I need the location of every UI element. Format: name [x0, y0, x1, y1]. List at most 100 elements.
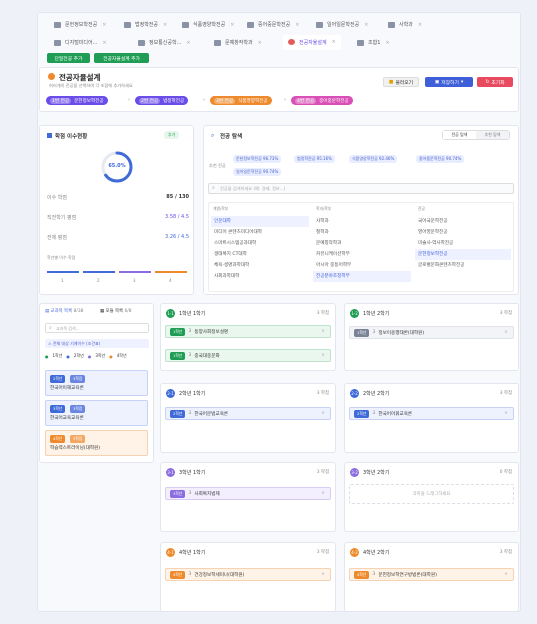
list-item[interactable]: 미디어 콘텐츠미디어대학: [211, 227, 309, 238]
close-icon[interactable]: ×: [163, 22, 167, 28]
column-header: 계열/학부: [213, 206, 229, 211]
tab-library-science[interactable]: 문헌정보학전공 ×: [49, 17, 111, 32]
grade-label-2: 2: [97, 278, 100, 283]
semester-course[interactable]: 1학년 3 동양사회정보설명 ×: [165, 325, 331, 338]
tab-bar: 문헌정보학전공 × 법정학전공 × 식품영양학전공 × 중어중문학전공 × 일어일문학전…: [47, 15, 517, 50]
credits-title: 학점 이수현황: [55, 134, 88, 140]
list-item[interactable]: 글로벌문화콘텐츠학전공: [415, 260, 511, 271]
list-item[interactable]: 스마트시스템공과대학: [211, 238, 309, 249]
add-custom-major-button[interactable]: 전공자율설계 추가: [94, 53, 149, 63]
close-icon[interactable]: ×: [385, 40, 389, 46]
rec-tag[interactable]: 중어중문학전공 90.74%: [416, 155, 465, 163]
close-icon[interactable]: ×: [321, 411, 325, 416]
close-icon[interactable]: ×: [332, 39, 336, 45]
tab-module-list[interactable]: ▦ 모듈 목록 6/8: [100, 308, 132, 314]
bar-title: 학년별 이수 학점: [47, 255, 76, 260]
add-single-major-button[interactable]: 단일전공 추가: [47, 53, 90, 63]
grade-bar-2: [83, 271, 115, 273]
close-icon[interactable]: ×: [321, 572, 325, 577]
rec-tag[interactable]: 식품영양학전공 92.46%: [349, 155, 398, 163]
close-icon[interactable]: ×: [321, 329, 325, 334]
list-item[interactable]: 전공분야조정학부: [313, 271, 411, 282]
list-item[interactable]: 영어영문학전공: [415, 227, 511, 238]
major-search-card: ⌕ 전공 탐색 전공 탐색 추천 탐색 추천 전공 문헌정보학전공 96.73%…: [203, 125, 519, 295]
close-icon[interactable]: ×: [321, 491, 325, 496]
semester-course[interactable]: 1학년 3 정보이용행태론(대학원) ×: [349, 326, 514, 339]
course-card[interactable]: 3학년 3학점 한국어교육교육론: [45, 400, 148, 426]
rec-tag[interactable]: 문헌정보학전공 96.73%: [233, 155, 282, 163]
tab-creative-writing[interactable]: 문예창작학과 ×: [209, 35, 267, 50]
list-item[interactable]: 문헌정보학전공: [415, 249, 511, 260]
tab-chinese[interactable]: 중어중문학전공 ×: [242, 17, 304, 32]
search-placeholder: 전공을 검색하세요 (예: 경제, 정보...): [220, 186, 286, 191]
major-chip-4[interactable]: 4번 전공 중어중문학전공: [291, 96, 353, 105]
close-icon[interactable]: ×: [295, 22, 299, 28]
tab-custom-major[interactable]: 전공자율설계 ×: [283, 35, 341, 50]
course-search-input[interactable]: ⌕ 교과목 검색...: [45, 323, 149, 333]
close-icon[interactable]: ×: [230, 22, 234, 28]
search-input[interactable]: ⌕ 전공을 검색하세요 (예: 경제, 정보...): [208, 183, 514, 194]
progress-percent: 65.0%: [108, 163, 126, 169]
tab-telecom[interactable]: 정보통신공학... ×: [133, 35, 196, 50]
tab-food-nutrition[interactable]: 식품영양학전공 ×: [177, 17, 239, 32]
rec-tag[interactable]: 법정학전공 95.16%: [294, 155, 335, 163]
major-chip-2[interactable]: 2번 전공 법정학전공: [135, 96, 189, 105]
reset-button[interactable]: ↻ 초기화: [477, 77, 513, 87]
close-icon[interactable]: ×: [504, 411, 508, 416]
search-toggle: 전공 탐색 추천 탐색: [442, 130, 510, 140]
list-item[interactable]: 인문대학: [211, 216, 309, 227]
tab-digital-media[interactable]: 디지털미디어... ×: [49, 35, 112, 50]
list-item[interactable]: 미술사·역사학전공: [415, 238, 511, 249]
load-button[interactable]: ■ 불러오기: [383, 77, 419, 87]
refresh-icon: ↻: [485, 79, 490, 85]
semester-course[interactable]: 2학년 3 한국어문법교육론 ×: [165, 407, 331, 420]
close-icon[interactable]: ×: [102, 40, 106, 46]
chevron-right-icon: ›: [203, 97, 205, 103]
credits-card: 학점 이수현황 추가 65.0% 이수 학점 85 / 130 직전학기 평점 3.…: [39, 125, 194, 295]
drop-zone[interactable]: 과목을 드래그하세요: [349, 484, 514, 504]
tab-course-list[interactable]: ▤ 교과목 목록 8/38: [45, 308, 83, 314]
semester-course[interactable]: 4학년 3 건강정보학세미나(대학원) ×: [165, 568, 331, 581]
major-chip-1[interactable]: 1번 전공 문헌정보학전공: [46, 96, 108, 105]
list-item[interactable]: 사회과학대학: [211, 271, 309, 282]
tab-law[interactable]: 법정학전공 ×: [119, 17, 172, 32]
list-item[interactable]: 커뮤니케이션학부: [313, 249, 411, 260]
semester-course[interactable]: 2학년 3 한국어어휘교육론 ×: [349, 407, 514, 420]
list-item[interactable]: 생태복지 CT대학: [211, 249, 309, 260]
course-card[interactable]: 2학년 3학점 한국어이해교육론: [45, 370, 148, 396]
grade-label-3: 3: [133, 278, 136, 283]
close-icon[interactable]: ×: [258, 40, 262, 46]
major-chip-3[interactable]: 3번 전공 식품영양학전공: [210, 96, 272, 105]
close-icon[interactable]: ×: [321, 353, 325, 358]
grade-bar-4: [155, 271, 187, 273]
save-button[interactable]: ▣ 저장하기 ▾: [425, 77, 473, 87]
semester-course[interactable]: 4학년 3 문헌정보학연구방법론(대학원) ×: [349, 568, 514, 581]
list-item[interactable]: 사학과: [313, 216, 411, 227]
document-icon: [54, 21, 61, 28]
rec-label: 추천 전공: [209, 163, 226, 168]
tab-history[interactable]: 사학과 ×: [383, 17, 427, 32]
close-icon[interactable]: ×: [418, 22, 422, 28]
close-icon[interactable]: ×: [504, 330, 508, 335]
list-item[interactable]: 아시아 중동어학부: [313, 260, 411, 271]
list-item[interactable]: 체육·생명과학대학: [211, 260, 309, 271]
close-icon[interactable]: ×: [364, 22, 368, 28]
grade-label-4: 4: [169, 278, 172, 283]
semester-course[interactable]: 3학년 3 사회복지법제 ×: [165, 487, 331, 500]
close-icon[interactable]: ×: [504, 572, 508, 577]
list-item[interactable]: 문예창작학과: [313, 238, 411, 249]
toggle-recommend[interactable]: 추천 탐색: [476, 131, 509, 139]
tab-japanese[interactable]: 일어일문학전공 ×: [311, 17, 373, 32]
search-title: 전공 탐색: [220, 134, 243, 140]
course-card[interactable]: 4학년 3학점 학습력스트라이닝(대학원): [45, 430, 148, 456]
tab-combination-1[interactable]: 조합1 ×: [352, 35, 395, 50]
rec-tag[interactable]: 일어일문학전공 90.74%: [233, 168, 282, 176]
list-item[interactable]: 국어국문학전공: [415, 216, 511, 227]
toggle-search[interactable]: 전공 탐색: [443, 131, 476, 139]
close-icon[interactable]: ×: [186, 40, 190, 46]
list-item[interactable]: 철학과: [313, 227, 411, 238]
semester-course[interactable]: 1학년 3 중국대중문화 ×: [165, 349, 331, 362]
document-icon: [182, 21, 189, 28]
close-icon[interactable]: ×: [102, 22, 106, 28]
document-icon: [388, 21, 395, 28]
